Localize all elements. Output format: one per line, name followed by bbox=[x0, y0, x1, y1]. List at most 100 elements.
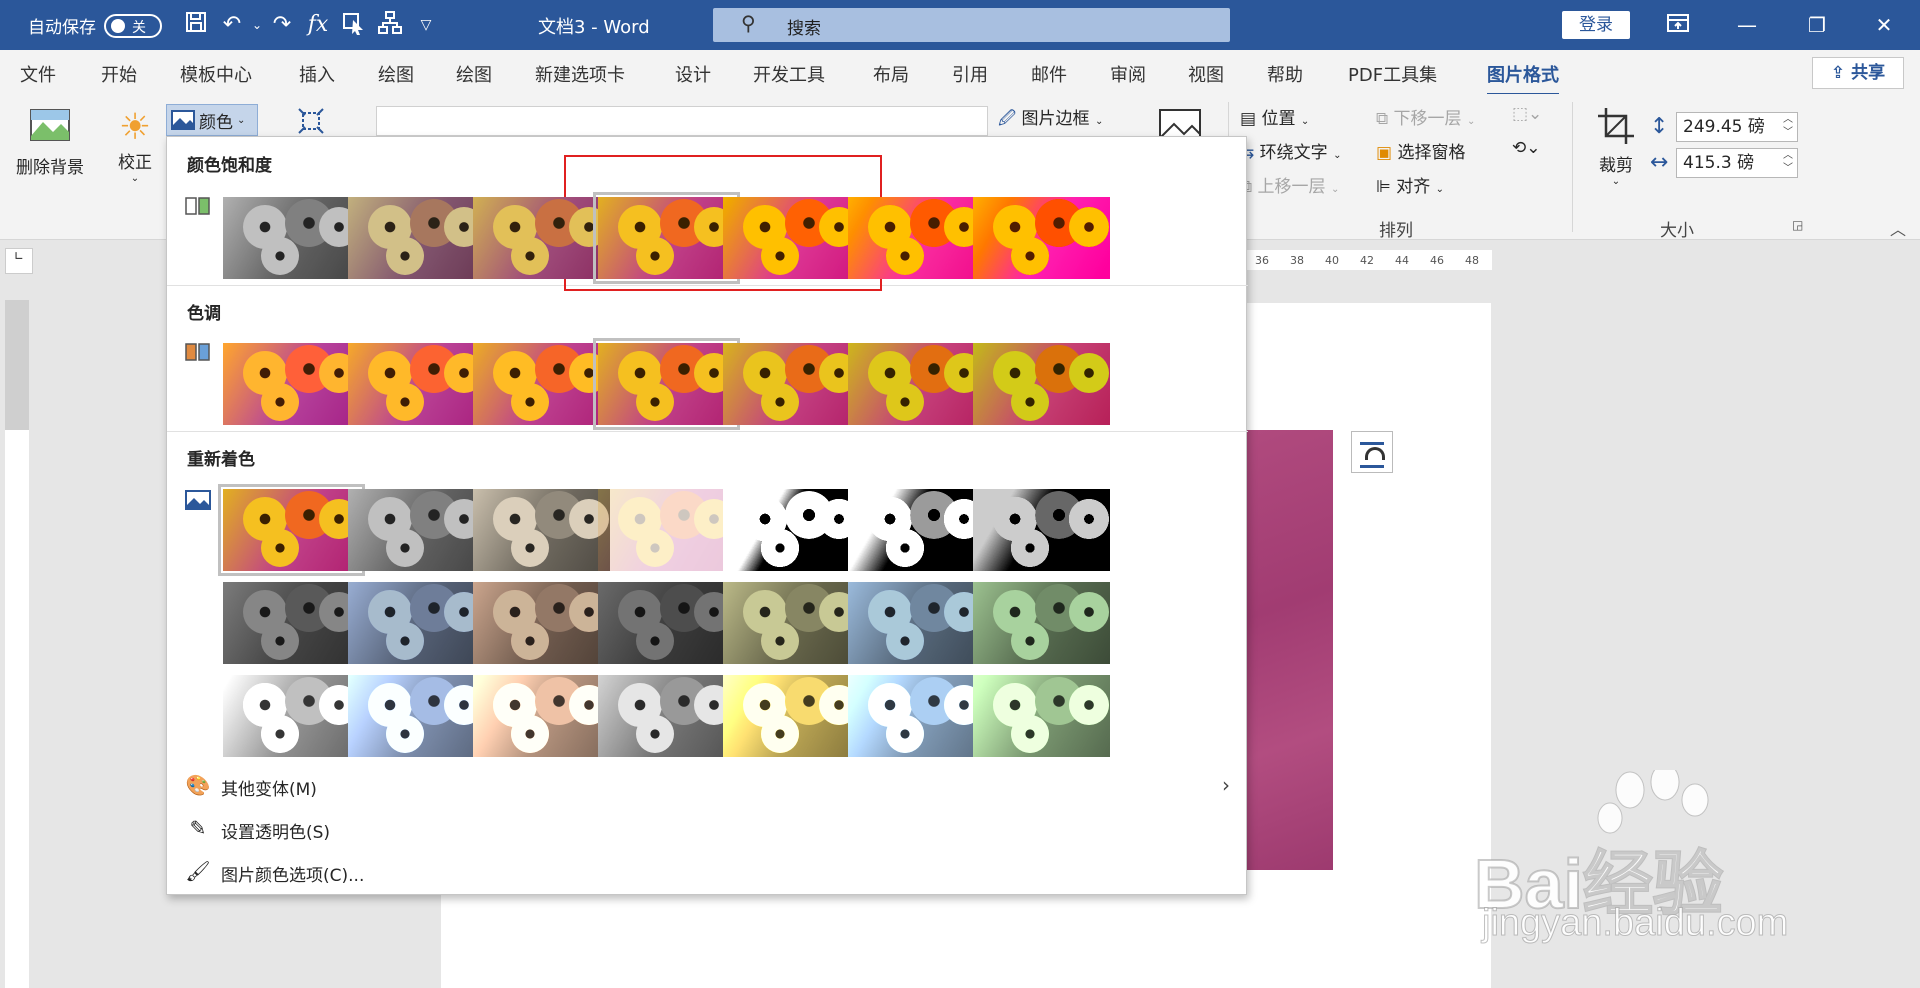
recolor-thumb[interactable] bbox=[848, 675, 985, 757]
recolor-thumb[interactable] bbox=[973, 582, 1110, 664]
corrections-button[interactable]: ☀ 校正 ⌄ bbox=[108, 108, 162, 198]
autosave-control[interactable]: 自动保存 关 bbox=[28, 13, 162, 38]
save-icon[interactable] bbox=[178, 10, 214, 40]
color-button[interactable]: 颜色 ⌄ bbox=[166, 104, 258, 136]
more-variations-item[interactable]: 其他变体(M) bbox=[221, 775, 317, 800]
saturation-thumb[interactable] bbox=[223, 197, 360, 279]
function-icon[interactable]: fx bbox=[300, 10, 336, 40]
recolor-thumb[interactable] bbox=[598, 675, 735, 757]
dropdown-icon[interactable]: ⌄ bbox=[250, 10, 264, 40]
tab-design[interactable]: 设计 bbox=[675, 61, 711, 87]
saturation-thumb[interactable] bbox=[473, 197, 610, 279]
recolor-thumb[interactable] bbox=[973, 675, 1110, 757]
tab-references[interactable]: 引用 bbox=[952, 61, 988, 87]
recolor-thumb[interactable] bbox=[723, 489, 860, 571]
tab-review[interactable]: 审阅 bbox=[1110, 61, 1146, 87]
recolor-thumb[interactable] bbox=[348, 489, 485, 571]
close-icon[interactable]: ✕ bbox=[1864, 8, 1904, 42]
position-button[interactable]: ▤ 位置 ⌄ bbox=[1240, 104, 1309, 129]
autosave-toggle[interactable]: 关 bbox=[104, 13, 162, 38]
crop-button[interactable]: 裁剪 ⌄ bbox=[1590, 106, 1642, 206]
align-button[interactable]: ⊫ 对齐 ⌄ bbox=[1376, 172, 1444, 197]
tone-thumb[interactable] bbox=[723, 343, 860, 425]
recolor-thumb[interactable] bbox=[848, 489, 985, 571]
redo-icon[interactable]: ↷ bbox=[264, 10, 300, 40]
tone-thumb[interactable] bbox=[473, 343, 610, 425]
recolor-thumb[interactable] bbox=[848, 582, 985, 664]
flower-shape bbox=[261, 622, 299, 660]
selected-picture[interactable] bbox=[1247, 430, 1333, 870]
recolor-thumb[interactable] bbox=[218, 484, 365, 576]
flower-shape bbox=[636, 715, 674, 753]
tab-picture-format[interactable]: 图片格式 bbox=[1487, 61, 1559, 96]
login-button[interactable]: 登录 bbox=[1562, 11, 1630, 39]
recolor-thumb[interactable] bbox=[473, 582, 610, 664]
tab-template-center[interactable]: 模板中心 bbox=[180, 61, 252, 87]
recolor-thumb[interactable] bbox=[723, 675, 860, 757]
layout-options-icon[interactable] bbox=[1351, 431, 1393, 473]
customize-qat-icon[interactable]: ▽ bbox=[408, 10, 444, 40]
saturation-thumb[interactable] bbox=[723, 197, 860, 279]
tone-thumb[interactable] bbox=[593, 338, 740, 430]
saturation-thumb[interactable] bbox=[973, 197, 1110, 279]
recolor-thumb[interactable] bbox=[723, 582, 860, 664]
touch-mode-icon[interactable] bbox=[336, 10, 372, 40]
collapse-ribbon-icon[interactable]: ︿ bbox=[1890, 216, 1906, 240]
org-chart-icon[interactable] bbox=[372, 10, 408, 40]
tab-mailings[interactable]: 邮件 bbox=[1031, 61, 1067, 87]
recolor-thumb[interactable] bbox=[598, 582, 735, 664]
recolor-thumb[interactable] bbox=[598, 489, 735, 571]
undo-icon[interactable]: ↶ bbox=[214, 10, 250, 40]
recolor-thumb[interactable] bbox=[223, 582, 360, 664]
saturation-thumb[interactable] bbox=[593, 192, 740, 284]
tab-help[interactable]: 帮助 bbox=[1267, 61, 1303, 87]
recolor-thumb[interactable] bbox=[348, 675, 485, 757]
tab-view[interactable]: 视图 bbox=[1188, 61, 1224, 87]
tab-pdf-tools[interactable]: PDF工具集 bbox=[1348, 61, 1437, 87]
tab-draw-1[interactable]: 绘图 bbox=[378, 61, 414, 87]
tab-developer[interactable]: 开发工具 bbox=[753, 61, 825, 87]
minimize-icon[interactable]: — bbox=[1727, 8, 1767, 42]
tab-draw-2[interactable]: 绘图 bbox=[456, 61, 492, 87]
dialog-launcher-icon[interactable]: ◲ bbox=[1792, 218, 1803, 232]
tab-file[interactable]: 文件 bbox=[20, 61, 56, 87]
bring-forward-button[interactable]: ⧉ 上移一层 ⌄ bbox=[1240, 172, 1339, 197]
remove-background-button[interactable]: 删除背景 bbox=[14, 108, 86, 188]
tab-home[interactable]: 开始 bbox=[101, 61, 137, 87]
width-input[interactable]: 415.3 磅 ︿ ﹀ bbox=[1676, 148, 1798, 178]
tone-thumb[interactable] bbox=[348, 343, 485, 425]
recolor-thumb[interactable] bbox=[223, 675, 360, 757]
tab-new-tab[interactable]: 新建选项卡 bbox=[535, 61, 625, 87]
selection-pane-button[interactable]: ▣ 选择窗格 bbox=[1376, 138, 1465, 163]
picture-color-options-item[interactable]: 图片颜色选项(C)... bbox=[221, 861, 364, 886]
compress-pictures-icon[interactable] bbox=[296, 108, 326, 138]
flower-shape bbox=[511, 622, 549, 660]
tone-thumb[interactable] bbox=[848, 343, 985, 425]
recolor-thumb[interactable] bbox=[973, 489, 1110, 571]
width-spinner[interactable]: ︿ ﹀ bbox=[1783, 149, 1793, 175]
recolor-thumb[interactable] bbox=[473, 489, 610, 571]
saturation-thumb[interactable] bbox=[348, 197, 485, 279]
saturation-thumb[interactable] bbox=[848, 197, 985, 279]
ribbon-display-icon[interactable] bbox=[1658, 8, 1698, 42]
recolor-thumb[interactable] bbox=[348, 582, 485, 664]
tab-selector[interactable]: ∟ bbox=[5, 248, 33, 274]
wrap-text-button[interactable]: ⇆ 环绕文字 ⌄ bbox=[1240, 138, 1341, 163]
group-icon[interactable]: ⬚⌄ bbox=[1512, 104, 1542, 124]
recolor-thumb[interactable] bbox=[473, 675, 610, 757]
share-button[interactable]: ⇪ 共享 bbox=[1812, 57, 1904, 89]
tone-thumb[interactable] bbox=[973, 343, 1110, 425]
rotate-icon[interactable]: ⟲⌄ bbox=[1512, 138, 1541, 158]
picture-styles-gallery[interactable] bbox=[376, 106, 988, 136]
height-spinner[interactable]: ︿ ﹀ bbox=[1783, 113, 1793, 139]
align-label: 对齐 bbox=[1396, 177, 1431, 197]
tab-layout[interactable]: 布局 bbox=[873, 61, 909, 87]
height-input[interactable]: 249.45 磅 ︿ ﹀ bbox=[1676, 112, 1798, 142]
picture-border-button[interactable]: 🖉 图片边框 ⌄ bbox=[998, 104, 1103, 135]
tone-thumb[interactable] bbox=[223, 343, 360, 425]
restore-icon[interactable]: ❐ bbox=[1797, 8, 1837, 42]
search-input[interactable]: ⚲ 搜索 bbox=[713, 8, 1230, 42]
tab-insert[interactable]: 插入 bbox=[299, 61, 335, 87]
set-transparent-item[interactable]: 设置透明色(S) bbox=[221, 818, 330, 843]
send-backward-button[interactable]: ⧉ 下移一层 ⌄ bbox=[1376, 104, 1475, 129]
